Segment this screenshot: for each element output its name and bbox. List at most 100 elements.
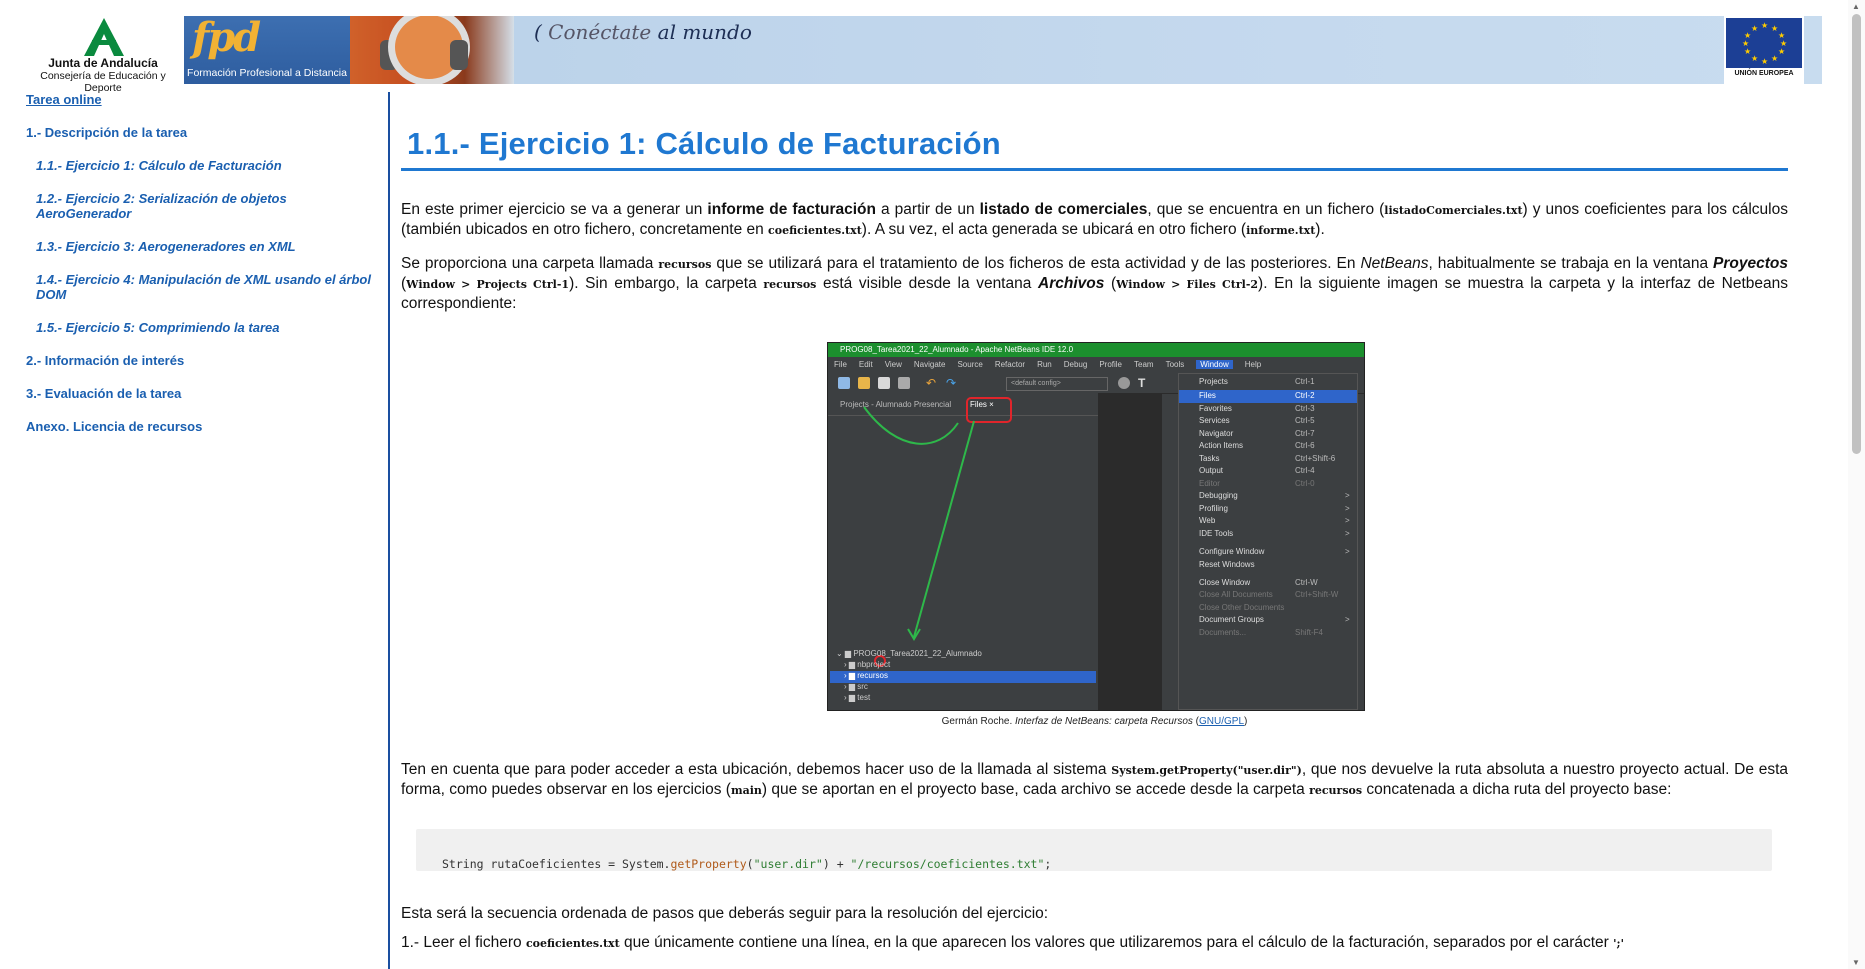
- text: está visible desde la ventana: [816, 275, 1038, 292]
- sidebar-item-ejercicio-4[interactable]: 1.4.- Ejercicio 4: Manipulación de XML u…: [36, 272, 376, 302]
- sidebar-item-evaluacion[interactable]: 3.- Evaluación de la tarea: [26, 386, 181, 401]
- header-photo: [350, 16, 514, 84]
- nb-menu-item: Reset Windows: [1199, 560, 1255, 569]
- nb-menu-run: Run: [1037, 360, 1052, 369]
- tree-label: recursos: [857, 671, 888, 680]
- nb-menu-item: Web: [1199, 516, 1216, 525]
- sidebar-item-ejercicio-2[interactable]: 1.2.- Ejercicio 2: Serialización de obje…: [36, 191, 376, 221]
- nb-menu-key: Ctrl-3: [1295, 404, 1315, 413]
- nb-menu-navigate: Navigate: [913, 360, 946, 369]
- page-scrollbar[interactable]: ▲ ▼: [1848, 0, 1865, 969]
- code-line: String rutaCoeficientes = System.getProp…: [429, 844, 1051, 871]
- nb-menu-item: Favorites: [1199, 404, 1232, 413]
- code-inline: System.getProperty("user.dir"): [1111, 764, 1302, 777]
- nb-menu-item: Documents...: [1199, 628, 1247, 637]
- menu-path: Window > Files Ctrl-2: [1116, 278, 1259, 291]
- nb-tree-item: › ▆ src: [844, 682, 868, 691]
- nb-menu-view: View: [884, 360, 902, 369]
- new-project-icon: [858, 377, 870, 389]
- fpd-logo-block: fpd Formación Profesional a Distancia: [184, 16, 350, 84]
- page-title: 1.1.- Ejercicio 1: Cálculo de Facturació…: [407, 126, 1001, 161]
- header-banner: Junta de Andalucía Consejería de Educaci…: [22, 16, 1822, 94]
- nb-menu-item: IDE Tools: [1199, 529, 1234, 538]
- figure-caption: Germán Roche. Interfaz de NetBeans: carp…: [401, 716, 1788, 727]
- sidebar-item-descripcion[interactable]: 1.- Descripción de la tarea: [26, 125, 187, 140]
- eu-logo-block: ★ ★ ★ ★ ★ ★ ★ ★ ★ ★ ★ ★ UNIÓN EUROPEA: [1724, 16, 1804, 84]
- sidebar-link-tarea-online[interactable]: Tarea online: [26, 92, 102, 107]
- nb-menu-key: >: [1345, 491, 1350, 500]
- nb-menu-item: Configure Window: [1199, 547, 1265, 556]
- nb-menu-key: >: [1345, 615, 1350, 624]
- fpd-text: Formación Profesional a Distancia: [187, 67, 347, 79]
- text-italic: NetBeans: [1360, 255, 1429, 272]
- hammer-icon: T: [1138, 376, 1146, 390]
- license-link[interactable]: GNU/GPL: [1199, 716, 1244, 727]
- folder-name: recursos: [1309, 784, 1363, 797]
- code-token: (: [746, 857, 754, 871]
- nb-menu-help: Help: [1244, 360, 1262, 369]
- code-token-string: "user.dir": [753, 857, 823, 871]
- nb-menu-item: Output: [1199, 466, 1224, 475]
- nb-menu-profile: Profile: [1099, 360, 1123, 369]
- nb-menu-key: Ctrl-4: [1295, 466, 1315, 475]
- new-file-icon: [838, 377, 850, 389]
- nb-window-menu: Projects Ctrl-1 Files Ctrl-2 Favorites Ctrl…: [1178, 373, 1358, 710]
- open-project-icon: [878, 377, 890, 389]
- nb-menu-key: Ctrl-7: [1295, 429, 1315, 438]
- nb-menu-item: Debugging: [1199, 491, 1238, 500]
- nb-menu-key: Ctrl-6: [1295, 441, 1315, 450]
- nb-menu-item: Services: [1199, 416, 1230, 425]
- slogan: ( Conéctate al mundo: [534, 20, 752, 44]
- tree-label: src: [857, 682, 868, 691]
- nb-menu-refactor: Refactor: [994, 360, 1026, 369]
- code-token: String rutaCoeficientes = System.: [442, 857, 671, 871]
- sidebar-item-informacion[interactable]: 2.- Información de interés: [26, 353, 184, 368]
- tree-label: nbproject: [857, 660, 891, 669]
- nb-menu-key: >: [1345, 516, 1350, 525]
- junta-name: Junta de Andalucía: [48, 56, 158, 70]
- nb-menu-item: Tasks: [1199, 454, 1220, 463]
- nb-menu-key: Ctrl-1: [1295, 377, 1315, 386]
- file-name: informe.txt: [1246, 224, 1316, 237]
- scroll-down-icon[interactable]: ▼: [1852, 958, 1860, 967]
- eu-label: UNIÓN EUROPEA: [1734, 70, 1794, 77]
- save-all-icon: [898, 377, 910, 389]
- nb-menu-window: Window: [1196, 360, 1233, 369]
- code-token: ;: [1044, 857, 1052, 871]
- text-bold-italic: Archivos: [1038, 275, 1105, 292]
- nb-menu-file: File: [834, 360, 847, 369]
- caption-author: Germán Roche.: [941, 716, 1016, 727]
- folder-name: recursos: [658, 258, 712, 271]
- nb-tree-item: › ▆ test: [844, 693, 871, 702]
- nb-menu-key: Shift-F4: [1295, 628, 1324, 637]
- sidebar-item-ejercicio-1[interactable]: 1.1.- Ejercicio 1: Cálculo de Facturació…: [36, 158, 376, 173]
- nb-menu-key: Ctrl-0: [1295, 479, 1315, 488]
- file-name: coeficientes.txt: [525, 937, 620, 950]
- nb-window-title: PROG08_Tarea2021_22_Alumnado - Apache Ne…: [828, 343, 1364, 357]
- scroll-up-icon[interactable]: ▲: [1852, 2, 1860, 11]
- nb-menu-item: Close Other Documents: [1199, 603, 1285, 612]
- build-icon: [1118, 377, 1130, 389]
- text: (: [1104, 275, 1117, 292]
- nb-menu-item: Files: [1199, 391, 1216, 400]
- text-bold: listado de comerciales: [979, 201, 1148, 218]
- folder-name: recursos: [763, 278, 817, 291]
- scrollbar-thumb[interactable]: [1852, 14, 1861, 454]
- sidebar-item-ejercicio-3[interactable]: 1.3.- Ejercicio 3: Aerogeneradores en XM…: [36, 239, 376, 254]
- sidebar-item-ejercicio-5[interactable]: 1.5.- Ejercicio 5: Comprimiendo la tarea: [36, 320, 376, 335]
- code-inline: main: [730, 784, 762, 797]
- nb-menu-key: Ctrl+Shift-6: [1295, 454, 1336, 463]
- sidebar-divider: [388, 92, 390, 969]
- nb-menu-item: Editor: [1199, 479, 1220, 488]
- nb-menu-item: Close Window: [1199, 578, 1251, 587]
- nb-menu-tools: Tools: [1165, 360, 1185, 369]
- text: ): [1244, 716, 1248, 727]
- text: ). Sin embargo, la carpeta: [569, 275, 764, 292]
- nb-menu-edit: Edit: [858, 360, 873, 369]
- sidebar-item-anexo[interactable]: Anexo. Licencia de recursos: [26, 419, 202, 434]
- text-bold-italic: Proyectos: [1713, 255, 1788, 272]
- code-block: String rutaCoeficientes = System.getProp…: [416, 829, 1772, 871]
- text: 1.- Leer el fichero: [401, 934, 526, 951]
- nb-menubar: File Edit View Navigate Source Refactor Run Deb…: [828, 357, 1364, 373]
- text-bold: informe de facturación: [707, 201, 876, 218]
